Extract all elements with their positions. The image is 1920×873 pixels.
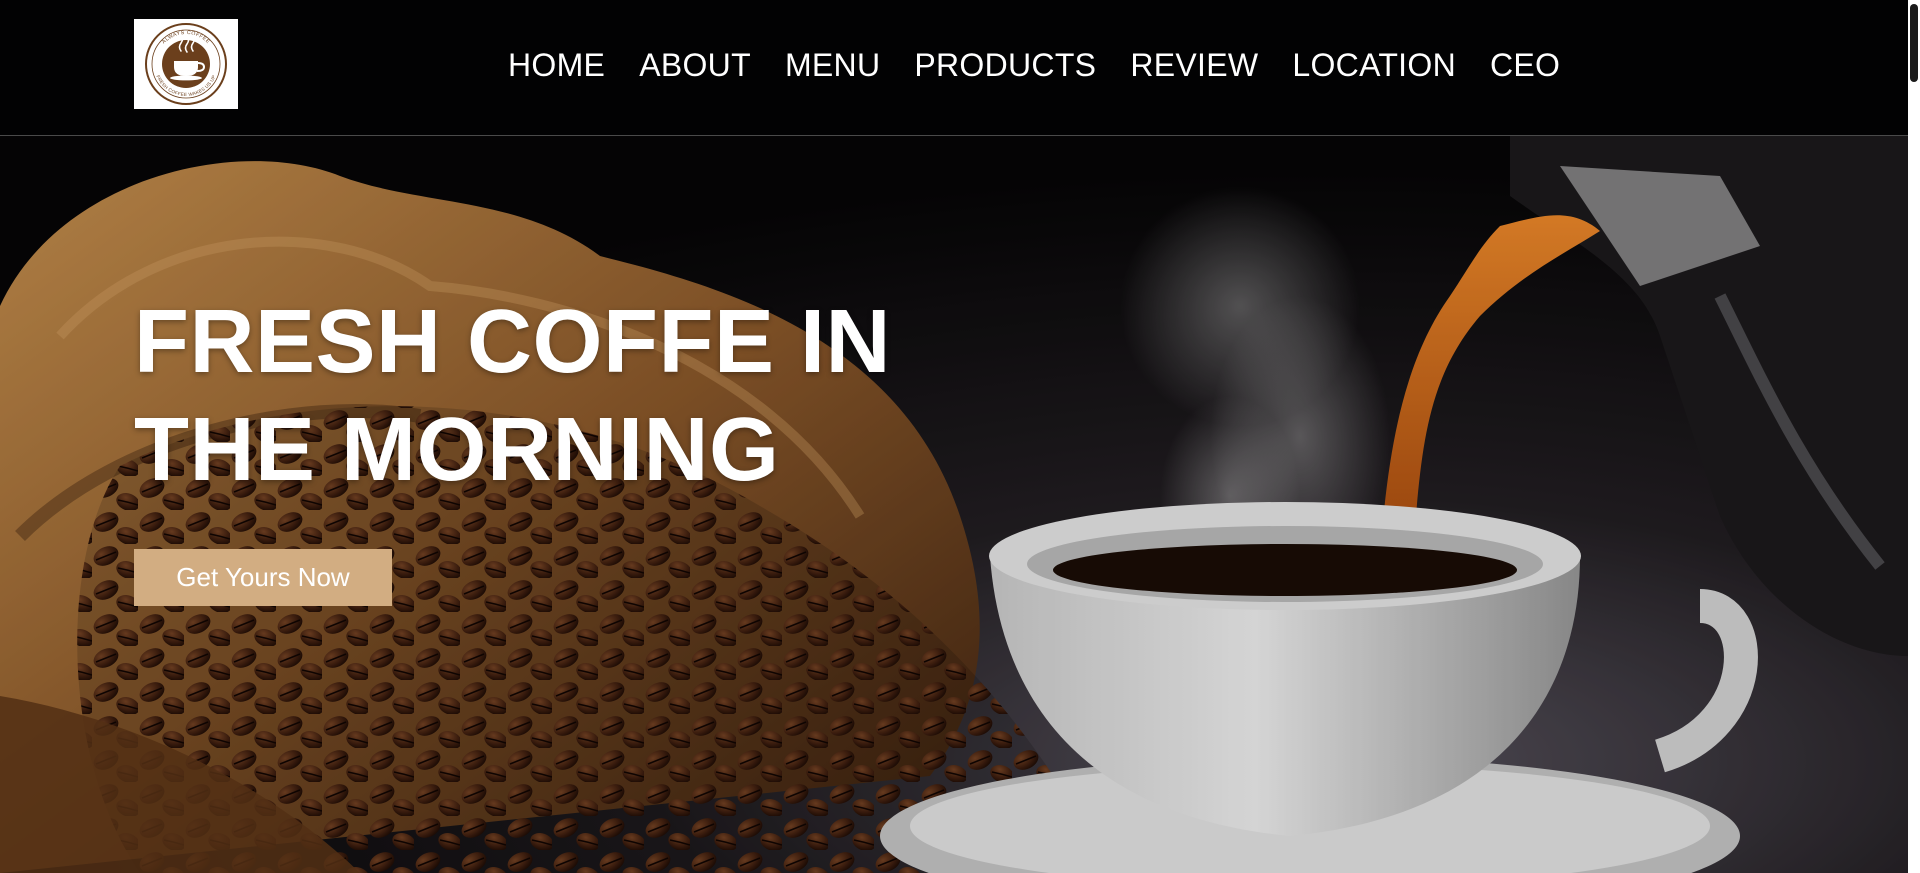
nav-item-review[interactable]: REVIEW bbox=[1130, 47, 1258, 84]
nav-item-about[interactable]: ABOUT bbox=[639, 47, 751, 84]
hero-title: FRESH COFFE IN THE MORNING bbox=[134, 292, 892, 500]
main-nav: HOME ABOUT MENU PRODUCTS REVIEW LOCATION… bbox=[508, 40, 1560, 90]
steaming-cup-icon: ALWAYS COFFEE FRESH COFFEE WAKES US UP bbox=[145, 23, 227, 105]
get-yours-now-button[interactable]: Get Yours Now bbox=[134, 549, 392, 606]
nav-item-products[interactable]: PRODUCTS bbox=[914, 47, 1096, 84]
hero-background-image bbox=[0, 136, 1908, 873]
site-header: ALWAYS COFFEE FRESH COFFEE WAKES US UP H… bbox=[0, 0, 1908, 136]
nav-item-ceo[interactable]: CEO bbox=[1490, 47, 1560, 84]
page-scrollbar-track[interactable] bbox=[1908, 0, 1920, 873]
hero-section: FRESH COFFE IN THE MORNING Get Yours Now bbox=[0, 136, 1908, 873]
nav-item-location[interactable]: LOCATION bbox=[1292, 47, 1456, 84]
brand-logo[interactable]: ALWAYS COFFEE FRESH COFFEE WAKES US UP bbox=[134, 19, 238, 109]
page-scrollbar-thumb[interactable] bbox=[1910, 4, 1918, 82]
nav-item-home[interactable]: HOME bbox=[508, 47, 605, 84]
nav-item-menu[interactable]: MENU bbox=[785, 47, 880, 84]
